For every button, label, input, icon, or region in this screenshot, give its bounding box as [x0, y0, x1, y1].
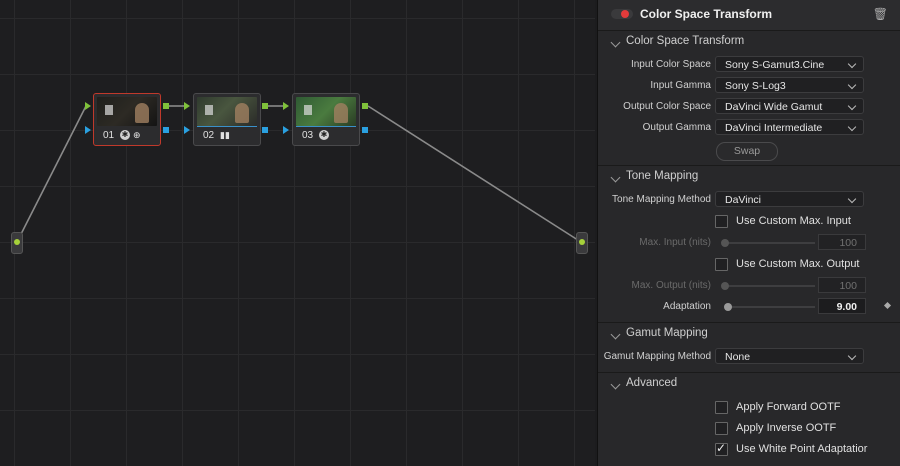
- color-node-03[interactable]: 03 ✱: [292, 93, 360, 146]
- custom-max-input-checkbox[interactable]: [715, 215, 728, 228]
- chevron-down-icon[interactable]: [610, 329, 621, 340]
- forward-ootf-label: Apply Forward OOTF: [736, 401, 841, 413]
- max-output-label: Max. Output (nits): [631, 280, 711, 291]
- max-output-slider[interactable]: [721, 282, 815, 290]
- divider: [598, 322, 900, 323]
- input-gamma-select[interactable]: Sony S-Log3: [715, 77, 864, 93]
- adaptation-slider[interactable]: [724, 303, 815, 311]
- adaptation-field[interactable]: 9.00: [818, 298, 866, 314]
- custom-max-output-checkbox[interactable]: [715, 258, 728, 271]
- max-input-field[interactable]: 100: [818, 234, 866, 250]
- node-label: 01: [103, 130, 115, 141]
- max-input-slider[interactable]: [721, 239, 815, 247]
- color-node-01[interactable]: 01 ✱ ⊕: [93, 93, 161, 146]
- select-value: DaVinci Intermediate: [725, 122, 823, 134]
- node2-alpha-input[interactable]: [184, 126, 190, 134]
- node-label: 02: [203, 130, 215, 141]
- color-node-02[interactable]: 02 ▮▮: [193, 93, 261, 146]
- input-color-space-label: Input Color Space: [630, 59, 711, 70]
- chevron-down-icon: [847, 59, 857, 69]
- node1-alpha-input[interactable]: [85, 126, 91, 134]
- white-point-adaptation-checkbox[interactable]: [715, 441, 728, 456]
- node-label: 03: [302, 130, 314, 141]
- trash-icon[interactable]: 🗑: [873, 7, 888, 21]
- bars-icon: ▮▮: [220, 130, 230, 140]
- divider: [598, 372, 900, 373]
- fx-badge-icon: ✱: [120, 130, 130, 140]
- panel-title: Color Space Transform: [640, 7, 773, 21]
- fx-badge-icon: ✱: [319, 130, 329, 140]
- keyframe-diamond-icon[interactable]: [883, 301, 892, 310]
- swap-button[interactable]: Swap: [716, 142, 778, 161]
- enable-toggle[interactable]: [611, 9, 633, 19]
- adaptation-label: Adaptation: [663, 301, 711, 312]
- output-link: [367, 105, 582, 243]
- section-title-advanced[interactable]: Advanced: [626, 377, 677, 389]
- divider: [598, 165, 900, 166]
- convert-icon: ⊕: [133, 130, 141, 140]
- chevron-down-icon: [847, 194, 857, 204]
- section-title-tone-mapping[interactable]: Tone Mapping: [626, 170, 698, 182]
- output-color-space-label: Output Color Space: [623, 101, 711, 112]
- node-graph[interactable]: 01 ✱ ⊕ 02 ▮▮ 03 ✱: [0, 0, 595, 466]
- effects-panel: Color Space Transform 🗑 Color Space Tran…: [597, 0, 900, 466]
- chevron-down-icon[interactable]: [610, 37, 621, 48]
- chevron-down-icon: [847, 122, 857, 132]
- select-value: Sony S-Log3: [725, 80, 786, 92]
- inverse-ootf-label: Apply Inverse OOTF: [736, 422, 837, 434]
- chevron-down-icon[interactable]: [610, 379, 621, 390]
- input-link: [16, 105, 87, 243]
- divider: [598, 30, 900, 31]
- node1-alpha-output[interactable]: [163, 127, 169, 133]
- tone-mapping-method-label: Tone Mapping Method: [612, 194, 711, 205]
- max-input-label: Max. Input (nits): [639, 237, 711, 248]
- max-output-field[interactable]: 100: [818, 277, 866, 293]
- custom-max-output-label: Use Custom Max. Output: [736, 258, 860, 270]
- output-color-space-select[interactable]: DaVinci Wide Gamut: [715, 98, 864, 114]
- node2-rgb-output[interactable]: [262, 103, 268, 109]
- panel-header: Color Space Transform 🗑: [598, 0, 900, 30]
- node-thumbnail: [97, 97, 157, 126]
- node3-rgb-output[interactable]: [362, 103, 368, 109]
- output-gamma-select[interactable]: DaVinci Intermediate: [715, 119, 864, 135]
- node3-alpha-output[interactable]: [362, 127, 368, 133]
- output-node[interactable]: [576, 232, 588, 254]
- custom-max-input-label: Use Custom Max. Input: [736, 215, 851, 227]
- node1-rgb-output[interactable]: [163, 103, 169, 109]
- node2-alpha-output[interactable]: [262, 127, 268, 133]
- node2-rgb-input[interactable]: [184, 102, 190, 110]
- chevron-down-icon: [847, 351, 857, 361]
- node3-alpha-input[interactable]: [283, 126, 289, 134]
- input-gamma-label: Input Gamma: [650, 80, 711, 91]
- select-value: DaVinci: [725, 194, 761, 206]
- select-value: None: [725, 351, 751, 363]
- output-gamma-label: Output Gamma: [642, 122, 711, 133]
- select-value: Sony S-Gamut3.Cine: [725, 59, 825, 71]
- inverse-ootf-checkbox[interactable]: [715, 422, 728, 435]
- section-title-gamut-mapping[interactable]: Gamut Mapping: [626, 327, 708, 339]
- source-input-node[interactable]: [11, 232, 23, 254]
- node3-rgb-input[interactable]: [283, 102, 289, 110]
- node1-rgb-input[interactable]: [85, 102, 91, 110]
- chevron-down-icon: [847, 101, 857, 111]
- node-thumbnail: [197, 97, 257, 126]
- chevron-down-icon: [847, 80, 857, 90]
- gamut-mapping-method-select[interactable]: None: [715, 348, 864, 364]
- tone-mapping-method-select[interactable]: DaVinci: [715, 191, 864, 207]
- gamut-mapping-method-label: Gamut Mapping Method: [603, 351, 711, 362]
- input-color-space-select[interactable]: Sony S-Gamut3.Cine: [715, 56, 864, 72]
- section-title-cst[interactable]: Color Space Transform: [626, 35, 744, 47]
- select-value: DaVinci Wide Gamut: [725, 101, 823, 113]
- node-thumbnail: [296, 97, 356, 126]
- node-links: [16, 105, 582, 243]
- forward-ootf-checkbox[interactable]: [715, 401, 728, 414]
- chevron-down-icon[interactable]: [610, 172, 621, 183]
- node-bar: [197, 126, 257, 127]
- node-bar: [296, 126, 356, 127]
- white-point-adaptation-label: Use White Point Adaptatior: [736, 443, 868, 455]
